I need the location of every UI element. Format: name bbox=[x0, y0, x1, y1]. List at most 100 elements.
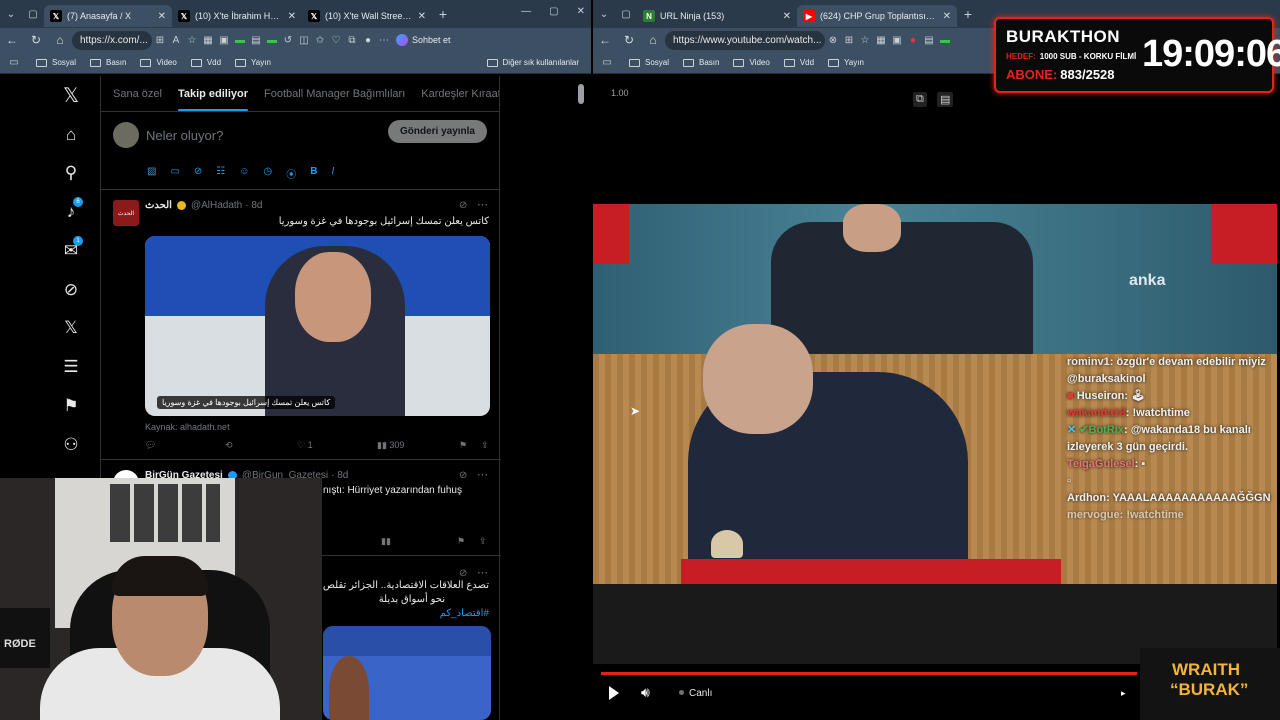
tab-menu-icon[interactable]: ⌄ bbox=[0, 9, 22, 20]
reload-icon[interactable]: ↻ bbox=[617, 33, 641, 47]
image-icon[interactable]: ▨ bbox=[147, 166, 156, 181]
link-source[interactable]: Kaynak: alhadath.net bbox=[145, 422, 230, 432]
repost-icon[interactable]: ⟲ bbox=[225, 440, 297, 451]
profile-avatar[interactable]: ● bbox=[360, 35, 376, 46]
close-tab-icon[interactable]: ✕ bbox=[783, 11, 791, 22]
refresh-ext-icon[interactable]: ↺ bbox=[280, 35, 296, 46]
bookmark-folder[interactable]: Sosyal bbox=[629, 58, 669, 67]
extension-icon[interactable]: ▬ bbox=[264, 35, 280, 46]
italic-icon[interactable]: I bbox=[331, 166, 334, 181]
copilot-chat-button[interactable]: Sohbet et bbox=[396, 34, 451, 46]
workspaces-icon[interactable]: ▢ bbox=[22, 9, 44, 20]
bookmark-folder[interactable]: Video bbox=[733, 58, 770, 67]
new-tab-button[interactable]: + bbox=[432, 6, 454, 22]
extension-icon[interactable]: ▣ bbox=[889, 35, 905, 46]
split-icon[interactable]: ◫ bbox=[296, 35, 312, 46]
tab-ibrahim[interactable]: 𝕏 (10) X'te İbrahim Haskolo ✕ bbox=[172, 5, 302, 27]
favorite-icon[interactable]: ☆ bbox=[857, 35, 873, 46]
home-icon[interactable]: ⌂ bbox=[48, 33, 72, 47]
url-field[interactable]: https://www.youtube.com/watch... bbox=[665, 30, 825, 50]
url-field[interactable]: https://x.com/... bbox=[72, 30, 152, 50]
bookmark-menu-icon[interactable]: ▭ bbox=[6, 57, 22, 68]
next-icon[interactable]: ▸ bbox=[1121, 688, 1126, 699]
bookmark-menu-icon[interactable]: ▭ bbox=[599, 57, 615, 68]
like-button[interactable]: ♡ 1 bbox=[297, 440, 377, 451]
collections-icon[interactable]: ⧉ bbox=[344, 35, 360, 46]
tab-menu-icon[interactable]: ⌄ bbox=[593, 9, 615, 20]
tab-url-ninja[interactable]: N URL Ninja (153) ✕ bbox=[637, 5, 797, 27]
tweet-image[interactable] bbox=[323, 626, 491, 720]
bookmark-folder[interactable]: Yayın bbox=[235, 58, 271, 67]
new-tab-button[interactable]: + bbox=[957, 6, 979, 22]
grok-nav-icon[interactable]: ⊘ bbox=[60, 279, 82, 301]
reply-icon[interactable]: 💬︎ bbox=[145, 440, 225, 451]
emoji-icon[interactable]: ☺ bbox=[239, 166, 249, 181]
x-home-logo-icon[interactable]: 𝕏 bbox=[60, 84, 82, 107]
more-icon[interactable]: ⋯ bbox=[477, 198, 488, 211]
tab-x-home[interactable]: 𝕏 (7) Anasayfa / X ✕ bbox=[44, 5, 172, 27]
extension-icon[interactable]: ⊗ bbox=[825, 35, 841, 46]
share-icon[interactable]: ⇪ bbox=[479, 536, 487, 547]
other-favorites-folder[interactable]: Diğer sık kullanılanlar bbox=[486, 58, 579, 67]
tab-football-manager[interactable]: Football Manager Bağımlıları bbox=[256, 88, 413, 100]
bookmark-icon[interactable]: ⚑ bbox=[457, 536, 465, 547]
live-label[interactable]: Canlı bbox=[679, 688, 712, 699]
extension-icon[interactable]: ● bbox=[905, 35, 921, 46]
minimize-icon[interactable]: — bbox=[521, 6, 531, 17]
extension-icon[interactable]: ▤ bbox=[921, 35, 937, 46]
tab-for-you[interactable]: Sana özel bbox=[101, 88, 170, 100]
close-window-icon[interactable]: ✕ bbox=[577, 6, 585, 17]
back-icon[interactable]: ← bbox=[0, 33, 24, 47]
bold-icon[interactable]: B bbox=[310, 166, 317, 181]
close-tab-icon[interactable]: ✕ bbox=[158, 11, 166, 22]
notifications-nav-icon[interactable]: ♪ 6 bbox=[60, 197, 83, 223]
close-tab-icon[interactable]: ✕ bbox=[943, 11, 951, 22]
back-icon[interactable]: ← bbox=[593, 33, 617, 47]
views-button[interactable]: ▮▮ 309 bbox=[377, 440, 459, 451]
poll-icon[interactable]: ☷ bbox=[216, 166, 225, 181]
extension-icon[interactable]: ▬ bbox=[937, 35, 953, 46]
schedule-icon[interactable]: ◷ bbox=[263, 166, 272, 181]
location-icon[interactable]: ⦿ bbox=[286, 166, 296, 181]
tab-kardesler[interactable]: Kardeşler Kıraath bbox=[413, 88, 499, 100]
grok-icon[interactable]: ⊘ bbox=[459, 470, 467, 481]
lists-nav-icon[interactable]: ☰ bbox=[60, 356, 82, 378]
tab-wallstreet[interactable]: 𝕏 (10) X'te Wall Street Tercü ✕ bbox=[302, 5, 432, 27]
scrollbar[interactable] bbox=[578, 84, 584, 104]
close-tab-icon[interactable]: ✕ bbox=[418, 11, 426, 22]
extension-icon[interactable]: ▬ bbox=[232, 35, 248, 46]
workspaces-icon[interactable]: ▢ bbox=[615, 9, 637, 20]
extension-icon[interactable]: ▦ bbox=[873, 35, 889, 46]
tab-following[interactable]: Takip ediliyor bbox=[170, 88, 256, 111]
post-button[interactable]: Gönderi yayınla bbox=[387, 120, 487, 143]
views-icon[interactable]: ▮▮ bbox=[381, 536, 391, 547]
tweet-image[interactable]: كاتس يعلن تمسك إسرائيل بوجودها في غزة وس… bbox=[145, 236, 490, 416]
grok-icon[interactable]: ⊘ bbox=[459, 568, 467, 579]
heart-icon[interactable]: ♡ bbox=[328, 35, 344, 46]
more-icon[interactable]: ⋯ bbox=[477, 468, 488, 481]
search-nav-icon[interactable]: ⚲ bbox=[60, 162, 82, 184]
communities-nav-icon[interactable]: ⚇ bbox=[60, 434, 82, 456]
extension-icon[interactable]: ▦ bbox=[200, 35, 216, 46]
notes-icon[interactable]: ▤ bbox=[937, 92, 954, 107]
bookmark-folder[interactable]: Basın bbox=[90, 58, 126, 67]
author-handle[interactable]: @AlHadath bbox=[191, 200, 242, 211]
more-icon[interactable]: ⋯ bbox=[477, 566, 488, 579]
home-icon[interactable]: ⌂ bbox=[641, 33, 665, 47]
bookmark-folder[interactable]: Vdd bbox=[190, 58, 221, 67]
gif-icon[interactable]: ▭ bbox=[170, 166, 179, 181]
bookmark-folder[interactable]: Vdd bbox=[783, 58, 814, 67]
favorites-icon[interactable]: ✩ bbox=[312, 35, 328, 46]
maximize-icon[interactable]: ▢ bbox=[549, 6, 558, 17]
grok-icon[interactable]: ⊘ bbox=[459, 200, 467, 211]
apps-icon[interactable]: ⊞ bbox=[152, 35, 168, 46]
play-icon[interactable] bbox=[609, 686, 619, 700]
compose-input[interactable]: Neler oluyor? bbox=[146, 128, 223, 143]
bookmark-folder[interactable]: Yayın bbox=[828, 58, 864, 67]
bookmarks-nav-icon[interactable]: ⚑ bbox=[60, 395, 82, 417]
volume-icon[interactable]: 🔊︎ bbox=[641, 684, 650, 701]
bookmark-folder[interactable]: Sosyal bbox=[36, 58, 76, 67]
favorite-icon[interactable]: ☆ bbox=[184, 35, 200, 46]
apps-icon[interactable]: ⊞ bbox=[841, 35, 857, 46]
pip-icon[interactable]: ⧉ bbox=[913, 92, 927, 107]
